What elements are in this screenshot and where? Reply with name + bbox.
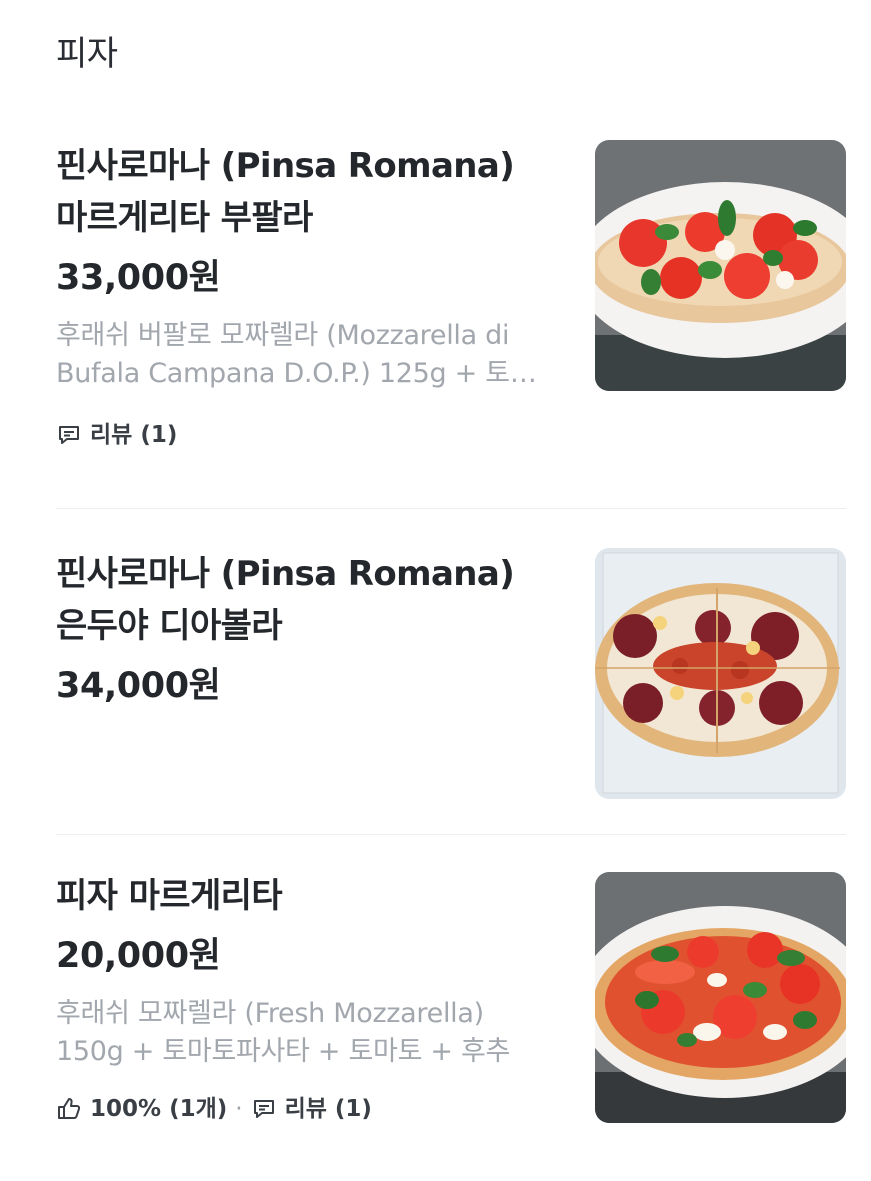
thumbs-up-icon [56,1096,82,1122]
menu-item-price: 33,000원 [56,258,221,298]
menu-item-text: 피자 마르게리타 20,000원 후래쉬 모짜렐라 (Fresh Mozzare… [56,870,556,1125]
menu-item[interactable]: 피자 마르게리타 20,000원 후래쉬 모짜렐라 (Fresh Mozzare… [56,870,846,1150]
item-divider [56,834,846,835]
pizza-margherita-photo [595,872,846,1123]
menu-item-text: 핀사로마나 (Pinsa Romana) 마르게리타 부팔라 33,000원 후… [56,140,556,451]
menu-item-price: 20,000원 [56,936,221,976]
review-icon [251,1096,277,1122]
menu-item-text: 핀사로마나 (Pinsa Romana) 은두야 디아볼라 34,000원 [56,548,556,710]
pinsa-margherita-bufala-photo [595,140,846,391]
section-title: 피자 [56,34,118,74]
menu-item-image [595,140,846,391]
like-rate: 100% (1개) [90,1096,228,1122]
menu-item-name: 핀사로마나 (Pinsa Romana) 마르게리타 부팔라 [56,146,515,238]
menu-item-description: 후래쉬 모짜렐라 (Fresh Mozzarella) 150g + 토마토파사… [56,998,511,1067]
menu-page: 피자 핀사로마나 (Pinsa Romana) 마르게리타 부팔라 33,000… [0,0,871,1181]
menu-item-name: 핀사로마나 (Pinsa Romana) 은두야 디아볼라 [56,554,515,646]
item-divider [56,508,846,509]
menu-item-description: 후래쉬 버팔로 모짜렐라 (Mozzarella di Bufala Campa… [56,320,535,389]
review-count: 리뷰 (1) [90,422,178,448]
menu-item[interactable]: 핀사로마나 (Pinsa Romana) 은두야 디아볼라 34,000원 [56,548,846,799]
pinsa-nduja-diavola-photo [595,548,846,799]
menu-item[interactable]: 핀사로마나 (Pinsa Romana) 마르게리타 부팔라 33,000원 후… [56,140,846,470]
review-count: 리뷰 (1) [284,1096,372,1122]
menu-item-price: 34,000원 [56,666,221,706]
review-icon [56,422,82,448]
menu-item-image [595,548,846,799]
meta-separator: · [235,1096,243,1122]
menu-item-meta: 100% (1개) · 리뷰 (1) [56,1093,556,1125]
menu-item-meta: 리뷰 (1) [56,419,556,451]
menu-item-name: 피자 마르게리타 [56,876,283,916]
menu-item-image [595,872,846,1123]
